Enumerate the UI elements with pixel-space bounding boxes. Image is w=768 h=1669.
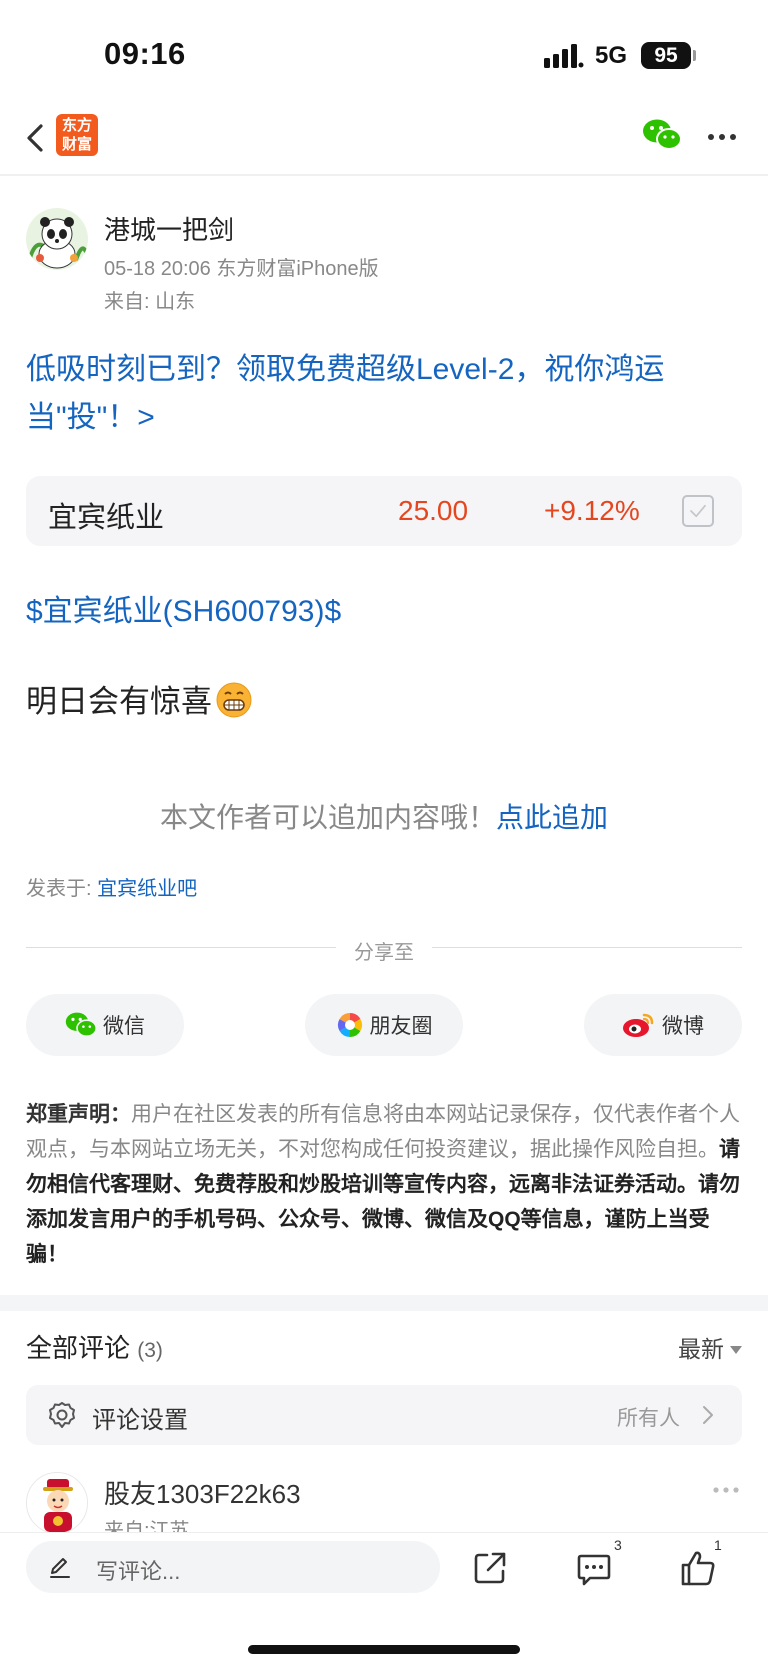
share-icon[interactable] [473, 1551, 507, 1585]
app-logo[interactable]: 东方 财富 [56, 114, 98, 156]
like-count-badge: 1 [714, 1537, 722, 1553]
commenter-avatar[interactable] [26, 1472, 88, 1532]
more-icon[interactable] [712, 1486, 740, 1494]
stock-bar-link[interactable]: 宜宾纸业吧 [97, 878, 197, 900]
logo-text-bottom: 财富 [61, 136, 92, 153]
comments-title: 全部评论 (3) [26, 1328, 163, 1365]
status-bar: 09:16 5G 95 [0, 0, 768, 100]
more-icon[interactable] [707, 133, 737, 141]
post-content-text: 明日会有惊喜 [26, 684, 212, 719]
promo-link[interactable]: 低吸时刻已到？领取免费超级Level-2，祝你鸿运当"投"！> [26, 346, 746, 442]
share-moments-label: 朋友圈 [369, 1015, 433, 1038]
author-location: 来自: 山东 [104, 291, 196, 313]
bottom-action-bar: 写评论... 3 1 [0, 1532, 768, 1669]
logo-text-top: 东方 [61, 117, 92, 134]
share-wechat-button[interactable]: 微信 [26, 994, 184, 1056]
battery-tip [693, 50, 696, 61]
share-label: 分享至 [354, 942, 414, 964]
network-type: 5G [595, 42, 628, 69]
comments-count: (3) [137, 1339, 163, 1362]
stock-tag-link[interactable]: $宜宾纸业(SH600793)$ [26, 586, 341, 630]
posted-in-label: 发表于: [26, 878, 98, 900]
disclaimer-title: 郑重声明： [26, 1103, 131, 1126]
navbar: 东方 财富 [0, 100, 768, 176]
stock-price: 25.00 [398, 495, 469, 526]
home-indicator [248, 1645, 520, 1654]
battery-icon: 95 [641, 42, 691, 69]
comment-count-badge: 3 [614, 1537, 622, 1553]
sort-label: 最新 [678, 1336, 724, 1362]
section-divider [0, 1295, 768, 1311]
comment-icon[interactable] [576, 1551, 612, 1587]
append-link[interactable]: 点此追加 [496, 802, 608, 833]
share-weibo-label: 微博 [662, 1015, 704, 1038]
posted-in: 发表于: 宜宾纸业吧 [26, 872, 197, 901]
comment-placeholder: 写评论... [96, 1559, 181, 1584]
stock-change: +9.12% [544, 495, 640, 526]
chevron-right-icon [703, 1406, 713, 1424]
gear-icon [49, 1402, 75, 1428]
comment-settings-row[interactable]: 评论设置 所有人 [26, 1385, 742, 1445]
commenter-location: 来自:江苏 [104, 1520, 190, 1532]
post-meta: 05-18 20:06 东方财富iPhone版 [104, 258, 379, 280]
post-content: 明日会有惊喜 [26, 676, 252, 721]
share-divider: 分享至 [26, 936, 742, 964]
settings-label: 评论设置 [92, 1407, 188, 1434]
fortune-avatar-image [27, 1473, 87, 1532]
wechat-icon[interactable] [642, 118, 682, 152]
share-moments-button[interactable]: 朋友圈 [305, 994, 463, 1056]
comments-title-text: 全部评论 [26, 1333, 131, 1363]
comments-header: 全部评论 (3) 最新 [26, 1328, 742, 1364]
caret-down-icon [730, 1346, 742, 1354]
author-header: 港城一把剑 05-18 20:06 东方财富iPhone版 来自: 山东 [0, 206, 768, 316]
share-weibo-button[interactable]: 微博 [584, 994, 742, 1056]
disclaimer: 郑重声明：用户在社区发表的所有信息将由本网站记录保存，仅代表作者个人观点，与本网… [26, 1097, 742, 1272]
pen-icon [50, 1558, 70, 1578]
sort-dropdown[interactable]: 最新 [678, 1330, 742, 1364]
divider-line [432, 947, 742, 948]
status-time: 09:16 [104, 36, 186, 71]
disclaimer-text: 用户在社区发表的所有信息将由本网站记录保存，仅代表作者个人观点，与本网站立场无关… [26, 1103, 740, 1161]
comment-input[interactable]: 写评论... [26, 1541, 440, 1593]
share-wechat-label: 微信 [103, 1015, 145, 1038]
author-avatar[interactable] [26, 208, 88, 270]
check-icon [690, 504, 706, 518]
commenter-name[interactable]: 股友1303F22k63 [104, 1474, 301, 1511]
back-icon[interactable] [22, 118, 48, 158]
weibo-icon [623, 1013, 654, 1037]
watchlist-checkbox[interactable] [682, 495, 714, 527]
comment-item: 股友1303F22k63 来自:江苏 [0, 1466, 768, 1532]
stock-name: 宜宾纸业 [48, 502, 165, 534]
signal-icon [544, 44, 584, 68]
thumbs-up-icon[interactable] [680, 1549, 716, 1587]
settings-value: 所有人 [617, 1407, 680, 1430]
stock-quote-card[interactable]: 宜宾纸业 25.00 +9.12% [26, 476, 742, 546]
append-text: 本文作者可以追加内容哦！ [159, 802, 496, 833]
wechat-icon [65, 1012, 97, 1037]
panda-avatar-image [26, 208, 88, 270]
author-name[interactable]: 港城一把剑 [104, 210, 234, 247]
append-prompt: 本文作者可以追加内容哦！点此追加 [0, 796, 768, 836]
grin-emoji-icon [216, 682, 252, 718]
moments-icon [337, 1013, 362, 1037]
